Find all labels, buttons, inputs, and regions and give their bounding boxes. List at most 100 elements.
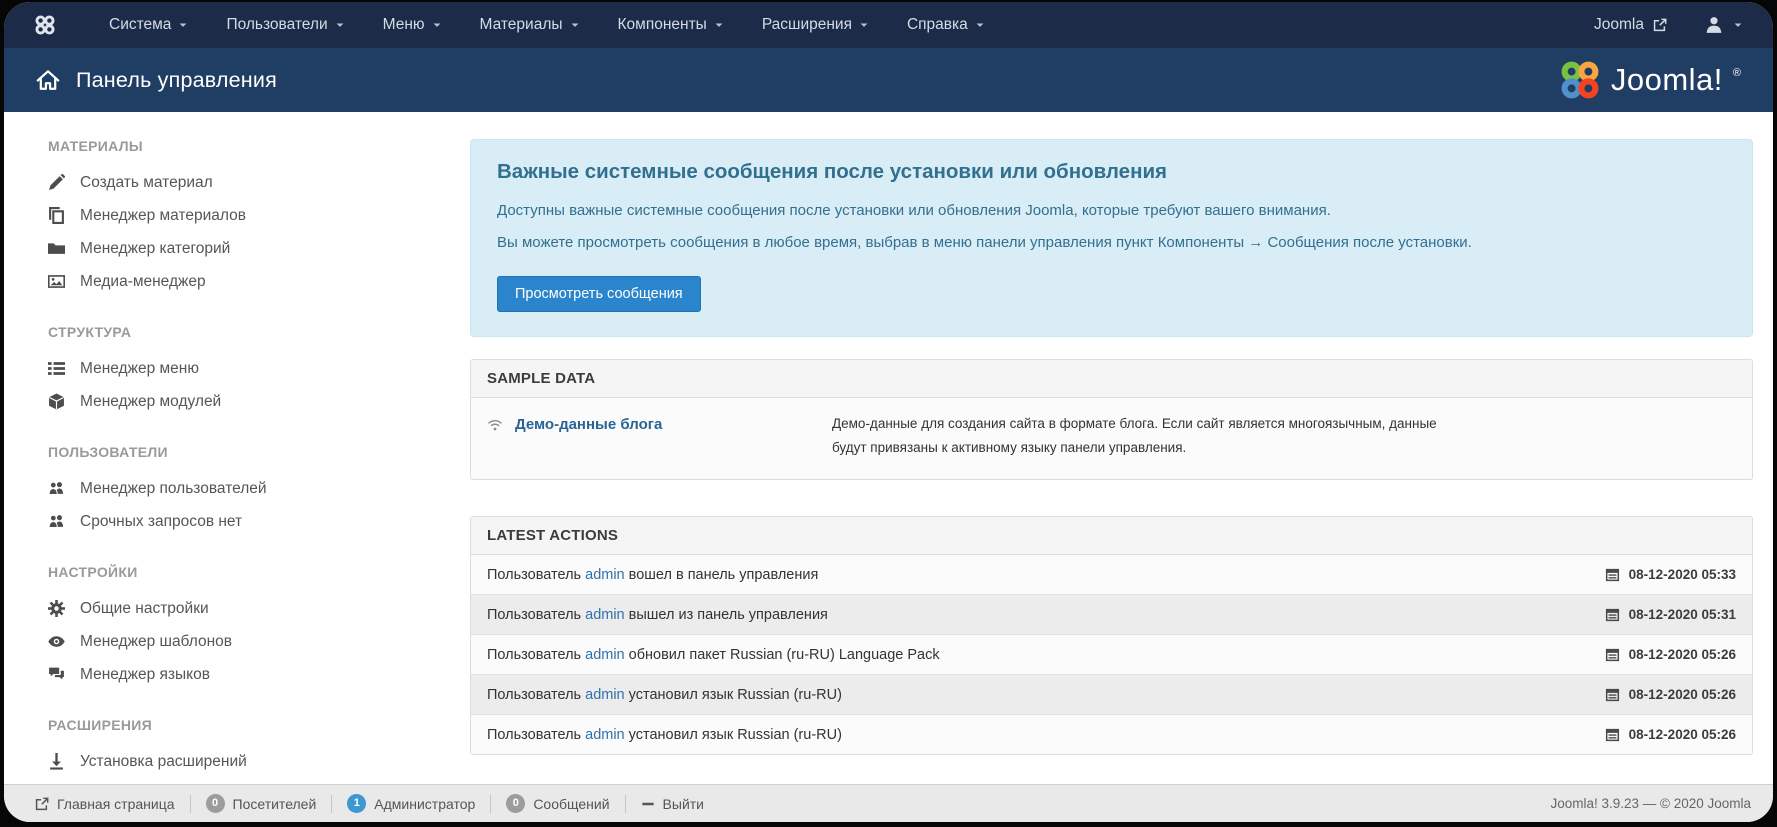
main-area: МАТЕРИАЛЫ Создать материал Менеджер матери… bbox=[4, 112, 1773, 784]
joomla-wordmark: Joomla! bbox=[1611, 62, 1723, 98]
statusbar-item-logout[interactable]: Выйти bbox=[626, 796, 719, 812]
content-area: Важные системные сообщения после установ… bbox=[466, 112, 1773, 784]
sidebar-item-label: Менеджер материалов bbox=[80, 207, 246, 225]
action-timestamp: 08-12-2020 05:26 bbox=[1605, 647, 1736, 662]
statusbar-item-administrators[interactable]: 1 Администратор bbox=[332, 794, 490, 813]
joomla-brand: Joomla! ® bbox=[1559, 59, 1741, 101]
menu-item-content[interactable]: Материалы bbox=[461, 2, 599, 48]
action-prefix: Пользователь bbox=[487, 607, 585, 623]
action-row: Пользователь admin установил язык Russia… bbox=[471, 675, 1752, 715]
sidebar-item-language-manager[interactable]: Менеджер языков bbox=[48, 658, 446, 691]
calendar-icon bbox=[1605, 727, 1620, 742]
gear-icon bbox=[48, 600, 65, 617]
admin-menubar: Система Пользователи Меню Материалы Компонен… bbox=[4, 2, 1773, 48]
sidebar-heading-structure: СТРУКТУРА bbox=[48, 324, 446, 340]
user-menu-button[interactable] bbox=[1705, 16, 1743, 34]
count-badge-visitors: 0 bbox=[206, 794, 225, 813]
calendar-icon bbox=[1605, 607, 1620, 622]
action-user-link[interactable]: admin bbox=[585, 727, 625, 743]
count-badge-administrators: 1 bbox=[347, 794, 366, 813]
action-description: установил язык Russian (ru-RU) bbox=[625, 687, 842, 703]
latest-actions-panel: LATEST ACTIONS Пользователь admin вошел … bbox=[470, 516, 1753, 755]
sidebar-item-label: Медиа-менеджер bbox=[80, 273, 206, 291]
statusbar-item-visitors[interactable]: 0 Посетителей bbox=[191, 794, 332, 813]
joomla-logo-icon bbox=[1559, 59, 1601, 101]
sidebar-item-template-manager[interactable]: Менеджер шаблонов bbox=[48, 625, 446, 658]
chevron-down-icon bbox=[1733, 20, 1743, 30]
menu-item-system[interactable]: Система bbox=[90, 2, 207, 48]
action-user-link[interactable]: admin bbox=[585, 687, 625, 703]
comments-icon bbox=[48, 666, 65, 683]
statusbar-item-label: Выйти bbox=[663, 796, 704, 812]
action-time-value: 08-12-2020 05:26 bbox=[1629, 647, 1736, 662]
action-user-link[interactable]: admin bbox=[585, 567, 625, 583]
action-user-link[interactable]: admin bbox=[585, 607, 625, 623]
menu-item-components[interactable]: Компоненты bbox=[599, 2, 743, 48]
sidebar-item-module-manager[interactable]: Менеджер модулей bbox=[48, 385, 446, 418]
page-title: Панель управления bbox=[76, 68, 277, 93]
menu-item-menus[interactable]: Меню bbox=[364, 2, 461, 48]
sidebar-item-category-manager[interactable]: Менеджер категорий bbox=[48, 232, 446, 265]
sidebar-item-label: Общие настройки bbox=[80, 600, 209, 618]
statusbar-item-home-page[interactable]: Главная страница bbox=[20, 796, 190, 812]
action-timestamp: 08-12-2020 05:33 bbox=[1605, 567, 1736, 582]
calendar-icon bbox=[1605, 687, 1620, 702]
action-description: вышел из панель управления bbox=[625, 607, 828, 623]
eye-icon bbox=[48, 633, 65, 650]
menu-item-label: Материалы bbox=[480, 16, 563, 34]
sidebar-section-configuration: НАСТРОЙКИОбщие настройкиМенеджер шаблоно… bbox=[48, 564, 446, 691]
sidebar-item-label: Срочных запросов нет bbox=[80, 513, 242, 531]
message-box-title: Важные системные сообщения после установ… bbox=[497, 160, 1726, 184]
sidebar-item-menu-manager[interactable]: Менеджер меню bbox=[48, 352, 446, 385]
review-messages-button[interactable]: Просмотреть сообщения bbox=[497, 276, 701, 312]
action-timestamp: 08-12-2020 05:31 bbox=[1605, 607, 1736, 622]
action-timestamp: 08-12-2020 05:26 bbox=[1605, 727, 1736, 742]
sidebar-heading-users: ПОЛЬЗОВАТЕЛИ bbox=[48, 444, 446, 460]
user-icon bbox=[1705, 16, 1723, 34]
menubar-right: Joomla bbox=[1594, 16, 1743, 34]
menu-item-label: Меню bbox=[383, 16, 425, 34]
status-bar: Главная страница 0 Посетителей 1 Администрат… bbox=[4, 784, 1773, 822]
action-timestamp: 08-12-2020 05:26 bbox=[1605, 687, 1736, 702]
sidebar-item-privacy-requests[interactable]: Срочных запросов нет bbox=[48, 505, 446, 538]
menu-item-label: Пользователи bbox=[226, 16, 327, 34]
admin-sidebar: МАТЕРИАЛЫ Создать материал Менеджер матери… bbox=[4, 112, 466, 784]
list-icon bbox=[48, 360, 65, 377]
menu-item-help[interactable]: Справка bbox=[888, 2, 1004, 48]
sidebar-item-label: Менеджер меню bbox=[80, 360, 199, 378]
menu-item-users[interactable]: Пользователи bbox=[207, 2, 363, 48]
joomla-admin-window: Система Пользователи Меню Материалы Компонен… bbox=[4, 2, 1773, 822]
sidebar-item-article-manager[interactable]: Менеджер материалов bbox=[48, 199, 446, 232]
sample-data-link-cell: Демо-данные блога bbox=[487, 412, 832, 459]
statusbar-item-label: Посетителей bbox=[233, 796, 317, 812]
action-prefix: Пользователь bbox=[487, 567, 585, 583]
statusbar-item-label: Администратор bbox=[374, 796, 475, 812]
sidebar-item-install-extensions[interactable]: Установка расширений bbox=[48, 745, 446, 778]
sidebar-item-global-configuration[interactable]: Общие настройки bbox=[48, 592, 446, 625]
statusbar-item-messages[interactable]: 0Сообщений bbox=[491, 794, 624, 813]
action-time-value: 08-12-2020 05:26 bbox=[1629, 687, 1736, 702]
sidebar-section-structure: СТРУКТУРА Менеджер меню Менеджер модулей bbox=[48, 324, 446, 418]
status-bar-items: Главная страница 0 Посетителей 1 Администрат… bbox=[20, 785, 719, 822]
action-row: Пользователь admin обновил пакет Russian… bbox=[471, 635, 1752, 675]
chevron-down-icon bbox=[335, 20, 345, 30]
sidebar-item-user-manager[interactable]: Менеджер пользователей bbox=[48, 472, 446, 505]
sidebar-item-media-manager[interactable]: Медиа-менеджер bbox=[48, 265, 446, 298]
action-user-link[interactable]: admin bbox=[585, 647, 625, 663]
home-icon bbox=[36, 68, 60, 92]
action-prefix: Пользователь bbox=[487, 647, 585, 663]
blog-sample-data-link[interactable]: Демо-данные блога bbox=[515, 416, 662, 433]
copy-icon bbox=[48, 207, 65, 224]
menu-item-label: Справка bbox=[907, 16, 968, 34]
sidebar-item-label: Создать материал bbox=[80, 174, 213, 192]
page-header: Панель управления Joomla! ® bbox=[4, 48, 1773, 112]
admin-menu: Система Пользователи Меню Материалы Компонен… bbox=[90, 2, 1004, 48]
view-site-link[interactable]: Joomla bbox=[1594, 16, 1667, 34]
menu-item-extensions[interactable]: Расширения bbox=[743, 2, 888, 48]
sidebar-heading-content: МАТЕРИАЛЫ bbox=[48, 138, 446, 154]
sample-data-panel: SAMPLE DATA Демо-данные блога Демо-данны… bbox=[470, 359, 1753, 480]
menu-item-label: Система bbox=[109, 16, 171, 34]
image-icon bbox=[48, 273, 65, 290]
sidebar-item-create-article[interactable]: Создать материал bbox=[48, 166, 446, 199]
sidebar-item-label: Менеджер языков bbox=[80, 666, 210, 684]
